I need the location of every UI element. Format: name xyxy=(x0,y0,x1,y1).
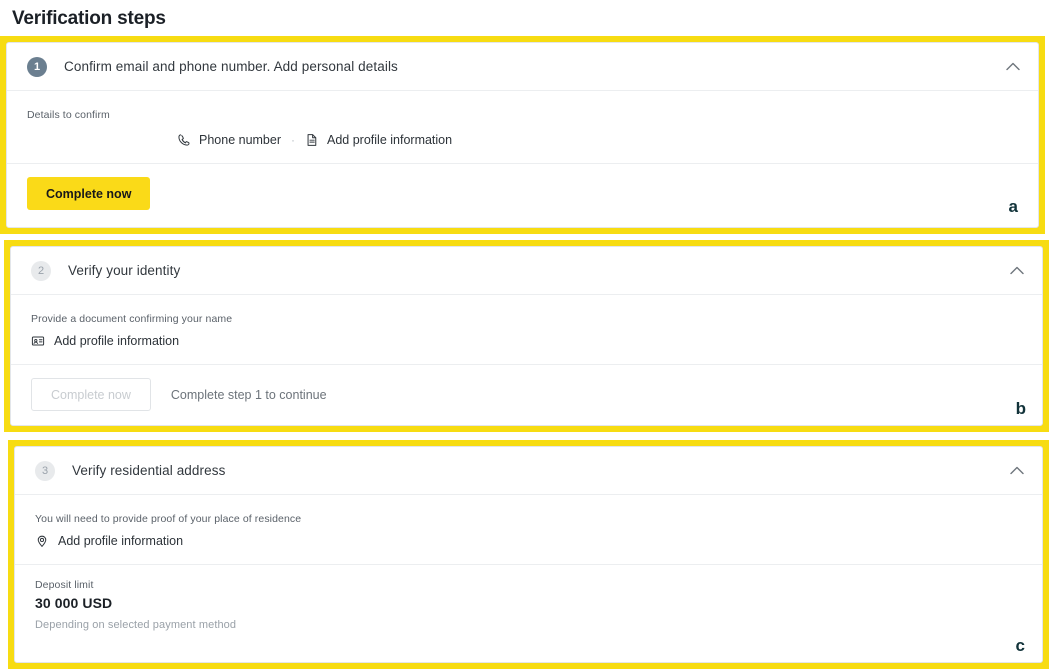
step-2-number-badge: 2 xyxy=(31,260,51,281)
verification-step-card-3: 3 Verify residential address You will ne… xyxy=(14,446,1043,663)
detail-chip-profile[interactable]: Add profile information xyxy=(305,133,452,147)
deposit-limit-label: Deposit limit xyxy=(35,579,94,591)
step-1-body-label: Details to confirm xyxy=(27,109,110,121)
step-3-profile-link-label: Add profile information xyxy=(58,534,184,548)
location-pin-icon xyxy=(35,534,49,548)
step-1-header[interactable]: 1 Confirm email and phone number. Add pe… xyxy=(7,43,1038,91)
step-3-profile-link[interactable]: Add profile information xyxy=(35,534,1022,548)
step-2-footer-hint: Complete step 1 to continue xyxy=(170,387,327,402)
step-2-footer: Complete now Complete step 1 to continue xyxy=(11,364,1042,424)
chevron-up-icon[interactable] xyxy=(1006,460,1028,482)
verification-steps-page: Verification steps 1 Confirm email and p… xyxy=(0,0,1049,669)
step-3-title: Verify residential address xyxy=(72,463,226,478)
annotation-label-c: c xyxy=(1015,636,1025,655)
step-3-number-badge: 3 xyxy=(35,460,55,481)
step-3-body-label: You will need to provide proof of your p… xyxy=(35,513,302,525)
deposit-limit-note: Depending on selected payment method xyxy=(35,619,237,631)
annotation-label-a: a xyxy=(1008,197,1018,216)
chevron-up-icon[interactable] xyxy=(1006,260,1028,282)
step-2-header[interactable]: 2 Verify your identity xyxy=(11,247,1042,295)
phone-icon xyxy=(177,133,191,147)
step-3-body: You will need to provide proof of your p… xyxy=(15,495,1042,564)
step-3-header[interactable]: 3 Verify residential address xyxy=(15,447,1042,495)
step-2-complete-now-button[interactable]: Complete now xyxy=(31,378,151,411)
step-1-footer: Complete now xyxy=(7,163,1038,223)
step-2-profile-link-label: Add profile information xyxy=(54,334,180,348)
chip-separator: · xyxy=(291,133,296,147)
highlight-box-step-1: 1 Confirm email and phone number. Add pe… xyxy=(0,36,1045,234)
step-2-body: Provide a document confirming your name … xyxy=(11,295,1042,364)
step-1-details-chips: Phone number · Add profile information xyxy=(177,133,1018,147)
step-2-title: Verify your identity xyxy=(68,263,181,278)
page-title: Verification steps xyxy=(12,8,166,29)
deposit-limit-block: Deposit limit 30 000 USD Depending on se… xyxy=(15,564,1042,647)
highlight-box-step-2: 2 Verify your identity Provide a documen… xyxy=(4,240,1049,432)
step-2-profile-link[interactable]: Add profile information xyxy=(31,334,1022,348)
step-1-complete-now-button[interactable]: Complete now xyxy=(27,177,151,210)
step-1-number-badge: 1 xyxy=(27,56,47,77)
id-card-icon xyxy=(31,334,45,348)
step-1-title: Confirm email and phone number. Add pers… xyxy=(64,59,398,74)
verification-step-card-2: 2 Verify your identity Provide a documen… xyxy=(10,246,1043,426)
detail-chip-phone-label: Phone number xyxy=(199,133,282,147)
step-1-body: Details to confirm Phone number · Add pr… xyxy=(7,91,1038,163)
verification-step-card-1: 1 Confirm email and phone number. Add pe… xyxy=(6,42,1039,228)
annotation-label-b: b xyxy=(1015,399,1026,418)
step-2-body-label: Provide a document confirming your name xyxy=(31,313,233,325)
document-icon xyxy=(305,133,319,147)
chevron-up-icon[interactable] xyxy=(1002,56,1024,78)
detail-chip-profile-label: Add profile information xyxy=(327,133,453,147)
detail-chip-phone[interactable]: Phone number xyxy=(177,133,281,147)
deposit-limit-value: 30 000 USD xyxy=(35,595,113,611)
highlight-box-step-3: 3 Verify residential address You will ne… xyxy=(8,440,1049,669)
